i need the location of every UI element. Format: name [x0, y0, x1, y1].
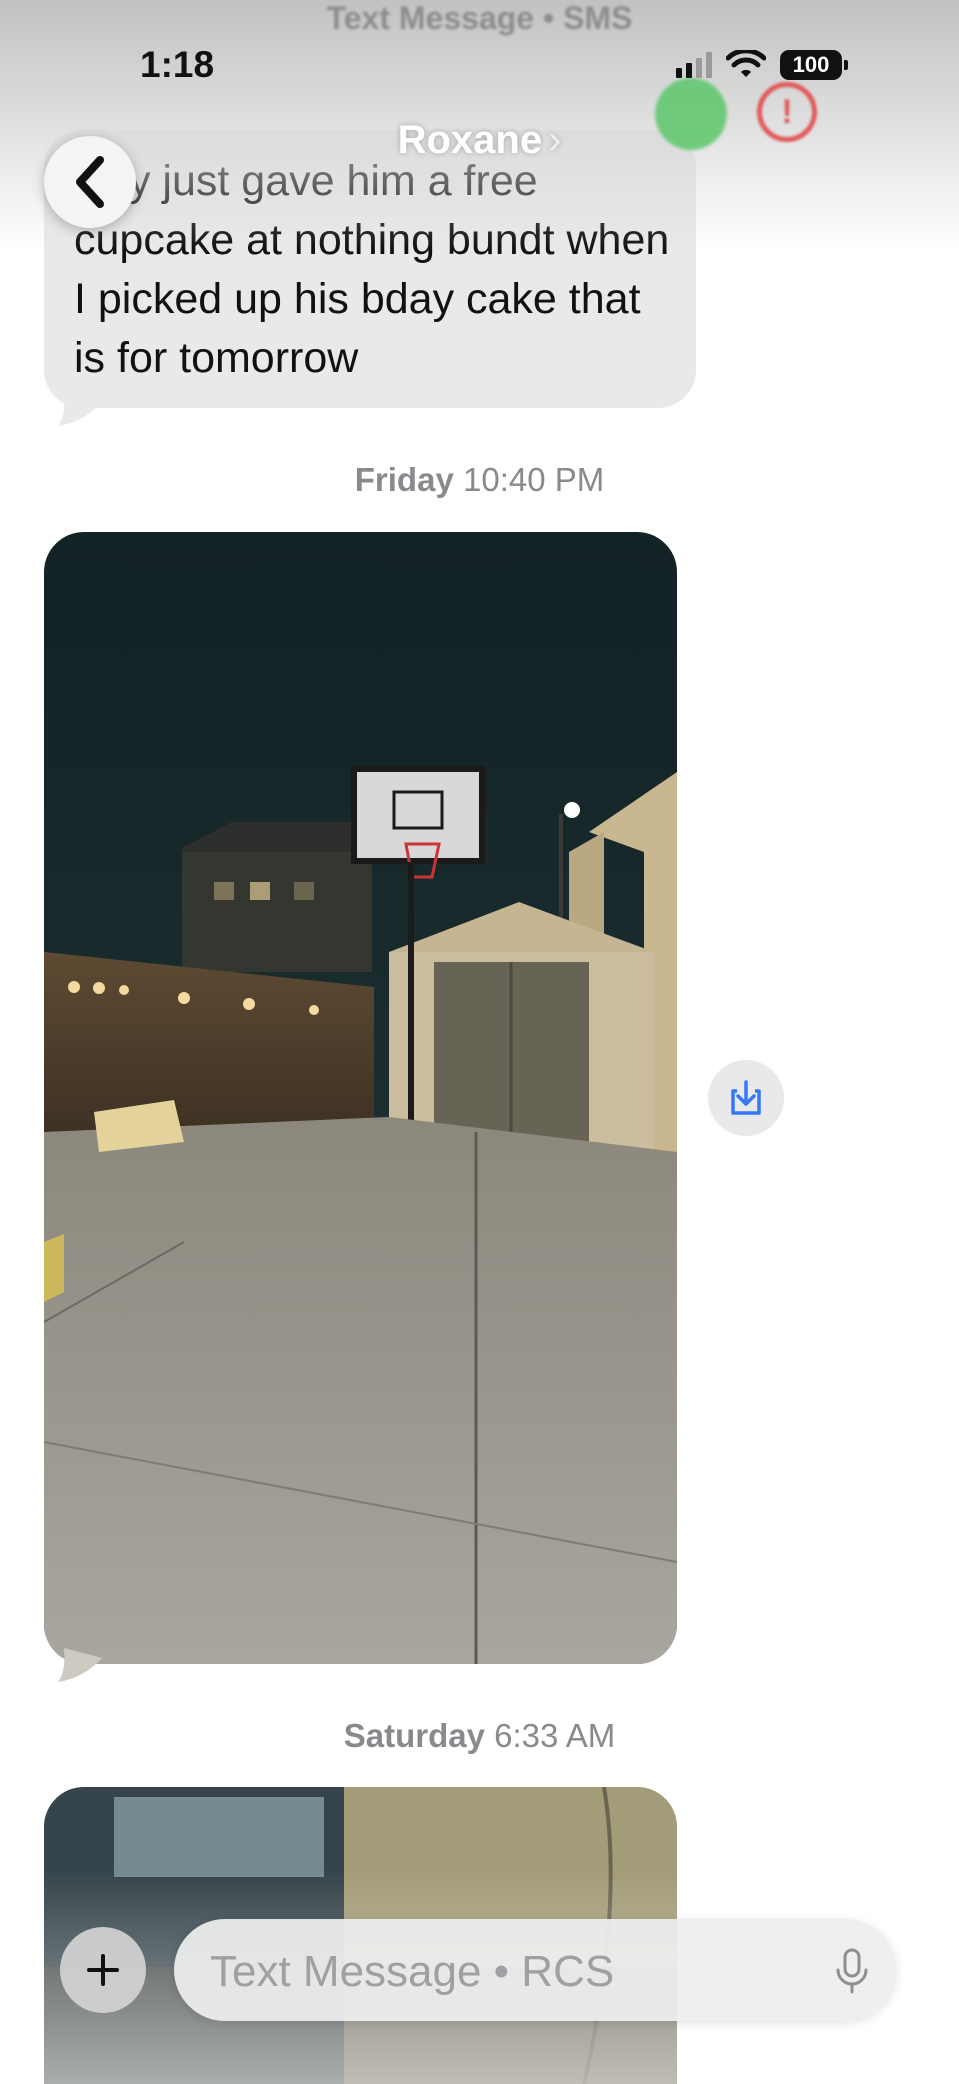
- save-download-icon: [731, 1080, 761, 1115]
- timestamp: Friday 10:40 PM: [0, 461, 959, 499]
- bubble-tail: [58, 392, 102, 426]
- battery-icon: 100: [780, 50, 848, 80]
- timestamp-day: Friday: [354, 461, 454, 498]
- message-input-placeholder: Text Message • RCS: [210, 1947, 615, 1996]
- save-button[interactable]: [708, 1060, 784, 1136]
- contact-name-header[interactable]: Roxane ›: [0, 118, 959, 163]
- image-message[interactable]: [44, 532, 677, 1664]
- wifi-icon: [726, 50, 766, 77]
- timestamp-time: 6:33 AM: [494, 1717, 616, 1754]
- status-time: 1:18: [140, 44, 215, 85]
- timestamp: Saturday 6:33 AM: [0, 1717, 959, 1755]
- chevron-left-icon: [76, 156, 104, 208]
- message-text: Hey just gave him a free cupcake at noth…: [74, 157, 670, 382]
- status-icons: 100: [676, 50, 848, 80]
- battery-level: 100: [780, 50, 842, 80]
- timestamp-time: 10:40 PM: [462, 461, 605, 498]
- service-label: Text Message • SMS: [326, 0, 633, 36]
- backyard-photo: [44, 532, 677, 1664]
- back-button[interactable]: [44, 136, 136, 228]
- plus-icon: [87, 1954, 119, 1986]
- contact-name: Roxane: [397, 118, 543, 162]
- timestamp-day: Saturday: [343, 1717, 485, 1754]
- microphone-icon[interactable]: [834, 1948, 870, 1994]
- add-attachment-button[interactable]: [60, 1927, 146, 2013]
- cellular-signal-icon: [676, 52, 712, 78]
- chevron-right-icon: ›: [548, 118, 562, 162]
- bubble-tail: [58, 1648, 102, 1682]
